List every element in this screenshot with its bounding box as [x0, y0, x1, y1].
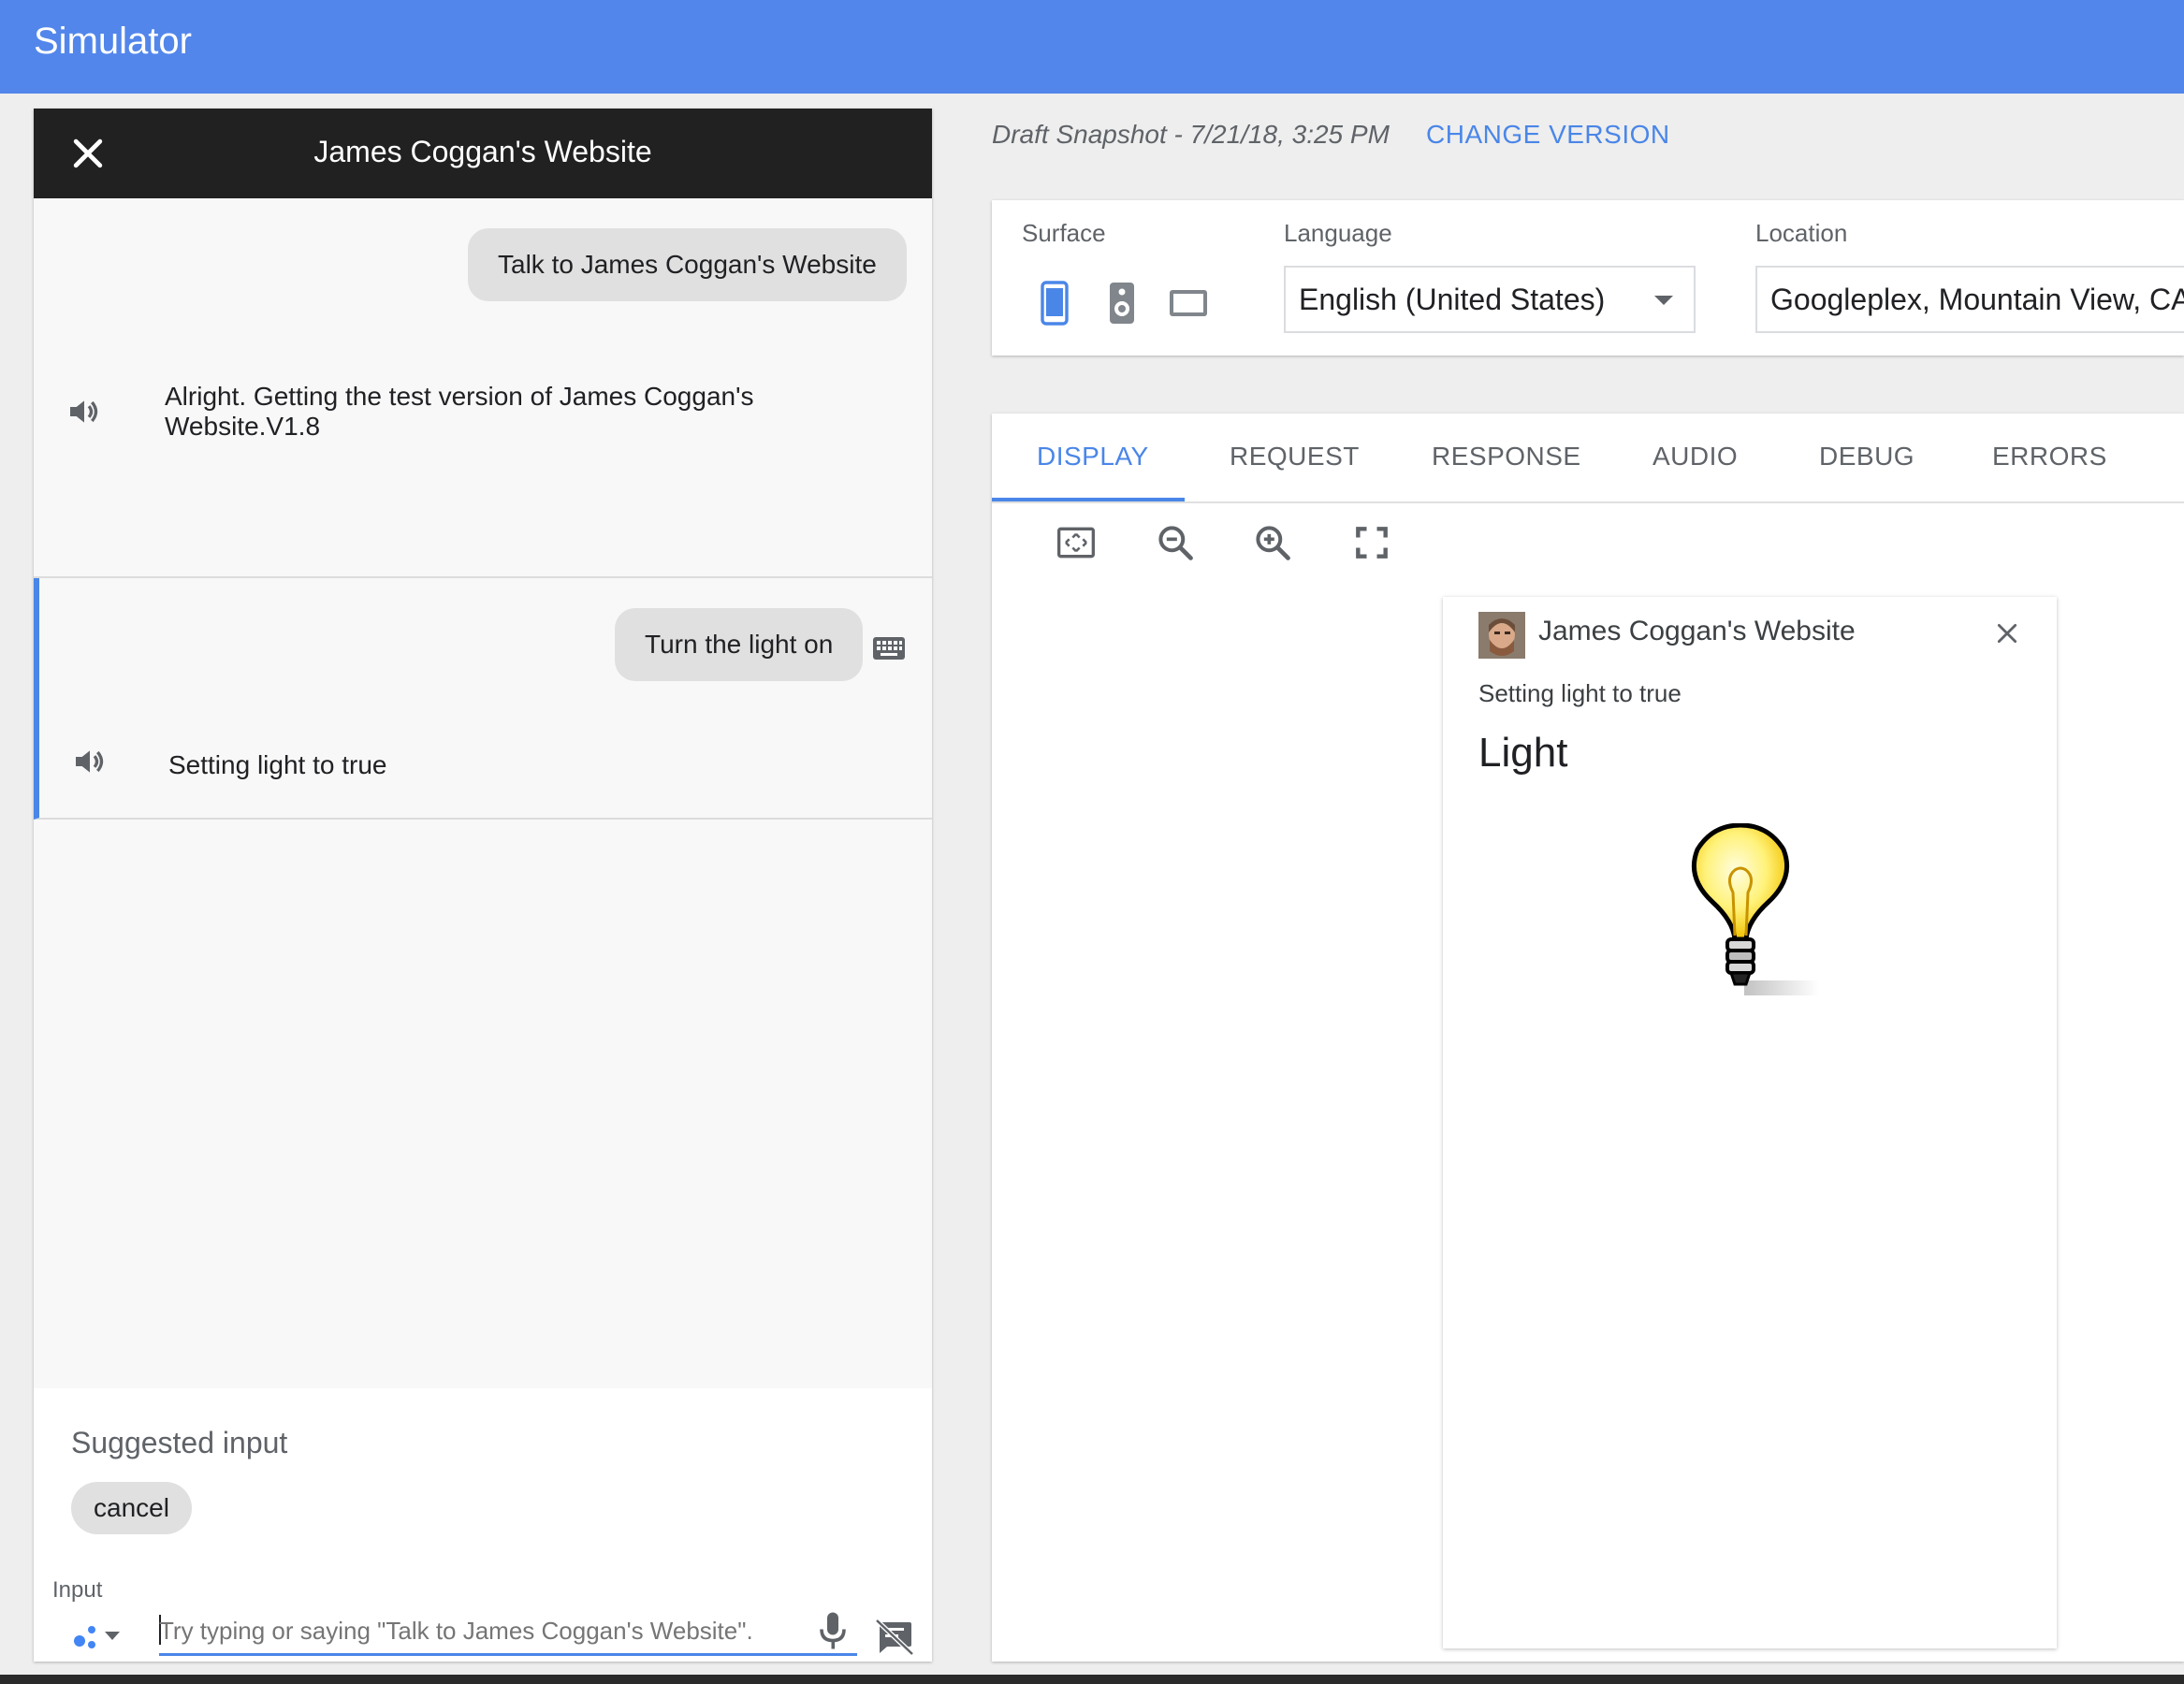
- speaker-icon[interactable]: [66, 393, 103, 430]
- suggestion-area: Suggested input cancel Input Try typing …: [34, 1388, 932, 1662]
- tab-request[interactable]: REQUEST: [1230, 442, 1360, 472]
- assistant-response: Alright. Getting the test version of Jam…: [165, 382, 754, 441]
- language-label: Language: [1284, 219, 1392, 247]
- bottom-edge: [0, 1675, 2184, 1684]
- microphone-icon[interactable]: [816, 1609, 850, 1652]
- fullscreen-icon[interactable]: [1351, 522, 1392, 563]
- draft-snapshot-label: Draft Snapshot - 7/21/18, 3:25 PM: [992, 120, 1390, 149]
- change-version-button[interactable]: CHANGE VERSION: [1426, 120, 1670, 150]
- keyboard-icon: [873, 637, 905, 660]
- display-off-icon[interactable]: [874, 1619, 915, 1656]
- language-select[interactable]: English (United States): [1284, 266, 1696, 333]
- language-value: English (United States): [1299, 283, 1606, 316]
- chat-header: James Coggan's Website: [34, 109, 932, 198]
- suggestion-chip-cancel[interactable]: cancel: [71, 1482, 192, 1534]
- location-field[interactable]: Googleplex, Mountain View, CA: [1755, 266, 2184, 333]
- location-value: Googleplex, Mountain View, CA: [1770, 283, 2184, 316]
- speaker-icon[interactable]: [71, 743, 109, 780]
- display-card: DISPLAY REQUEST RESPONSE AUDIO DEBUG ERR…: [992, 414, 2184, 1662]
- zoom-out-icon[interactable]: [1155, 522, 1196, 563]
- suggested-input-label: Suggested input: [71, 1426, 288, 1459]
- display-speech-text: Setting light to true: [1478, 679, 1682, 707]
- conversation-turn-selected[interactable]: Turn the light on Setting light to true: [34, 578, 932, 820]
- tab-audio[interactable]: AUDIO: [1653, 442, 1738, 472]
- tab-debug[interactable]: DEBUG: [1819, 442, 1915, 472]
- query-input-placeholder: Try typing or saying "Talk to James Cogg…: [159, 1617, 753, 1645]
- basic-card-title: Light: [1478, 730, 1568, 776]
- app-title: Simulator: [34, 21, 192, 62]
- display-surface-icon[interactable]: [1168, 288, 1209, 318]
- zoom-in-icon[interactable]: [1252, 522, 1293, 563]
- device-display-preview: James Coggan's Website Setting light to …: [1443, 597, 2057, 1648]
- phone-surface-icon[interactable]: [1041, 281, 1069, 326]
- query-input[interactable]: Try typing or saying "Talk to James Cogg…: [159, 1609, 857, 1656]
- tab-display[interactable]: DISPLAY: [1037, 442, 1149, 472]
- avatar: [1478, 612, 1525, 659]
- user-query-bubble[interactable]: Talk to James Coggan's Website: [468, 228, 907, 301]
- tab-response[interactable]: RESPONSE: [1432, 442, 1581, 472]
- lightbulb-icon: [1691, 823, 1819, 995]
- conversation-turn[interactable]: Talk to James Coggan's Website Alright. …: [34, 198, 932, 578]
- settings-card: Surface Language English (United States)…: [992, 200, 2184, 356]
- top-app-bar: Simulator: [0, 0, 2184, 94]
- surface-label: Surface: [1022, 219, 1106, 247]
- chat-panel: James Coggan's Website Talk to James Cog…: [34, 109, 932, 1662]
- tab-errors[interactable]: ERRORS: [1992, 442, 2107, 472]
- speaker-surface-icon[interactable]: [1108, 281, 1136, 326]
- user-query-bubble[interactable]: Turn the light on: [615, 608, 864, 681]
- input-label: Input: [52, 1577, 103, 1603]
- assistant-response: Setting light to true: [168, 750, 387, 779]
- tab-bar: DISPLAY REQUEST RESPONSE AUDIO DEBUG ERR…: [992, 414, 2184, 503]
- active-tab-indicator: [992, 498, 1185, 501]
- fit-screen-icon[interactable]: [1056, 522, 1097, 563]
- chat-title: James Coggan's Website: [313, 135, 652, 168]
- display-app-name: James Coggan's Website: [1538, 616, 1856, 646]
- assistant-input-mode-icon[interactable]: [71, 1617, 127, 1650]
- location-label: Location: [1755, 219, 1848, 247]
- dropdown-arrow-icon: [1654, 296, 1673, 305]
- close-icon[interactable]: [1995, 621, 2019, 646]
